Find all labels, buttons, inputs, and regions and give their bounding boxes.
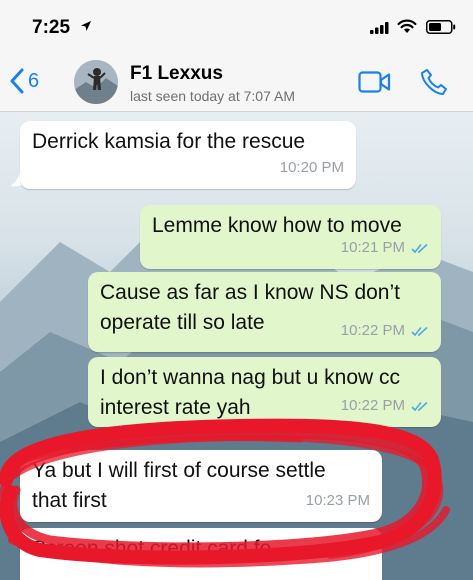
message-bubble-outgoing[interactable]: I don’t wanna nag but u know cc interest… — [88, 357, 441, 427]
chevron-left-icon — [10, 68, 24, 94]
read-receipt-icon — [411, 401, 428, 411]
message-bubble-outgoing[interactable]: Cause as far as I know NS don’t operate … — [88, 272, 441, 352]
battery-icon — [426, 20, 456, 34]
message-bubble-incoming[interactable]: Derrick kamsia for the rescue 10:20 PM — [20, 121, 356, 189]
signal-icon — [370, 22, 389, 34]
message-time: 10:20 PM — [279, 159, 344, 176]
message-text: Screen shot credit card fo — [32, 537, 272, 560]
read-receipt-icon — [411, 326, 428, 336]
contact-name[interactable]: F1 Lexxus — [130, 63, 223, 85]
avatar[interactable] — [74, 60, 118, 104]
read-receipt-icon — [411, 243, 428, 253]
wifi-icon — [397, 19, 417, 33]
unread-count: 6 — [28, 69, 40, 92]
status-time: 7:25 — [32, 17, 71, 38]
last-seen-status: last seen today at 7:07 AM — [130, 88, 295, 104]
message-bubble-incoming[interactable]: Ya but I will first of course settle tha… — [20, 450, 382, 522]
message-bubble-incoming[interactable]: Screen shot credit card fo — [20, 528, 382, 580]
message-time: 10:22 PM — [340, 397, 405, 414]
location-arrow-icon — [81, 21, 91, 31]
message-bubble-outgoing[interactable]: Lemme know how to move 10:21 PM — [140, 205, 441, 269]
message-time: 10:23 PM — [305, 492, 370, 509]
phone-icon[interactable] — [420, 68, 448, 96]
message-time: 10:22 PM — [340, 322, 405, 339]
message-time: 10:21 PM — [340, 239, 405, 256]
video-call-icon[interactable] — [358, 71, 392, 93]
status-bar: 7:25 — [0, 0, 473, 52]
chat-header: 6 F1 Lexxus last seen today at 7:07 AM — [0, 52, 473, 112]
back-button[interactable]: 6 — [10, 66, 39, 96]
